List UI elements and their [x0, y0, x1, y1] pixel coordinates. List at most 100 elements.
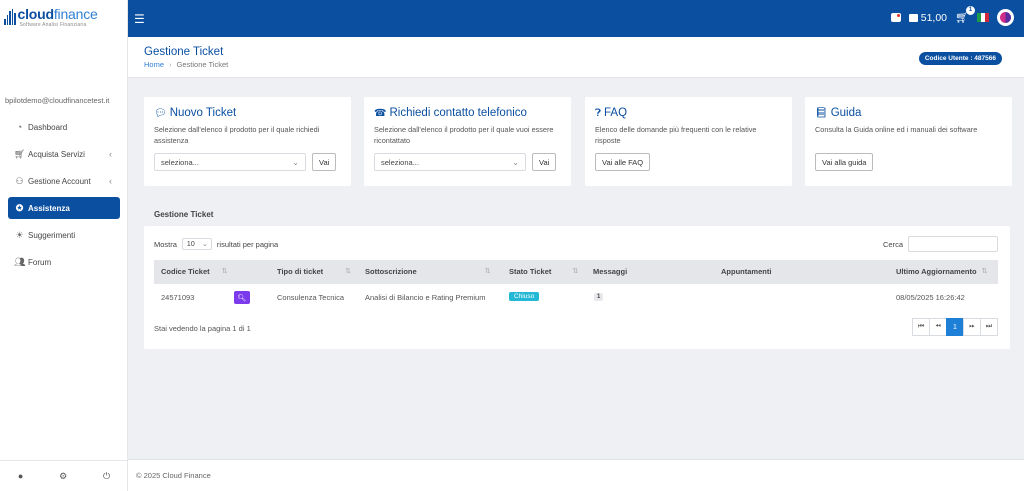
last-page-icon[interactable]: ⏭︎ — [980, 318, 998, 336]
page-length-control: Mostra 10 ⌄ risultati per pagina — [154, 238, 278, 250]
credit-balance[interactable]: 51,00 — [908, 12, 947, 24]
first-page-icon[interactable]: ⏮︎ — [912, 318, 930, 336]
guide-button[interactable]: Vai alla guida — [815, 153, 874, 171]
sort-icon: ⇅ — [981, 268, 988, 275]
sidebar-item-label: Acquista Servizi — [28, 149, 85, 159]
ticket-code: 24571093 — [161, 293, 195, 302]
footer: © 2025 Cloud Finance — [128, 459, 1024, 491]
sidebar-item-label: Gestione Account — [28, 176, 91, 186]
search-label: Cerca — [882, 239, 903, 249]
phone-contact-go-button[interactable]: Vai — [532, 153, 557, 171]
sidebar-item-label: Forum — [28, 257, 52, 267]
card-description: Elenco delle domande più frequenti con l… — [595, 125, 757, 145]
column-header[interactable]: Stato Ticket ⇅ — [509, 267, 578, 276]
column-label: Ultimo Aggiornamento — [896, 267, 977, 276]
sidebar-item-suggerimenti[interactable]: ☀︎ Suggerimenti — [8, 224, 120, 246]
sidebar: cloudfinance Software Analisi Finanziari… — [0, 0, 128, 491]
power-icon[interactable]: ⏻ — [103, 471, 110, 482]
select-value: seleziona... — [161, 157, 199, 167]
section-title: Gestione Ticket — [154, 210, 214, 219]
sort-icon: ⇅ — [345, 268, 351, 275]
column-header[interactable]: Codice Ticket ⇅ — [161, 267, 228, 276]
settings-icon[interactable]: ⚙︎ — [59, 471, 67, 482]
chat-icon: 💬︎ — [154, 107, 167, 119]
chevron-down-icon: ⌄ — [512, 157, 519, 167]
column-header[interactable]: Ultimo Aggiornamento ⇅ — [896, 267, 987, 276]
column-label: Appuntamenti — [721, 267, 772, 276]
search-input[interactable] — [908, 236, 998, 252]
messages-icon[interactable] — [890, 13, 901, 22]
product-select[interactable]: seleziona... ⌄ — [374, 153, 526, 171]
card-description: Consulta la Guida online ed i manuali de… — [815, 125, 978, 134]
card-guide: 📘︎ Guida Consulta la Guida online ed i ma… — [805, 97, 1012, 186]
column-header: Appuntamenti — [721, 267, 771, 276]
cart-button[interactable]: 🛒︎ 1 — [955, 6, 975, 24]
dashboard-icon: ◔ — [16, 122, 23, 132]
faq-button[interactable]: Vai alle FAQ — [595, 153, 651, 171]
card-title: Richiedi contatto telefonico — [389, 107, 527, 119]
search-control: Cerca — [883, 236, 998, 252]
page-info: Stai vedendo la pagina 1 di 1 — [154, 324, 251, 333]
messages-count-badge: 1 — [594, 293, 604, 301]
sidebar-item-label: Suggerimenti — [28, 230, 76, 240]
wallet-icon — [908, 13, 918, 22]
chevron-left-icon: ‹ — [109, 149, 112, 159]
sidebar-item-assistenza[interactable]: ✪ Assistenza — [8, 197, 120, 219]
breadcrumb: Home › Gestione Ticket — [144, 60, 228, 69]
show-label: Mostra — [154, 239, 177, 249]
italian-flag-icon[interactable] — [977, 13, 989, 22]
profile-icon[interactable]: ● — [18, 471, 23, 481]
card-faq: ❓︎ FAQ Elenco delle domande più frequenti… — [585, 97, 792, 186]
menu-toggle-icon[interactable]: ☰ — [134, 12, 145, 26]
page-length-select[interactable]: 10 ⌄ — [181, 238, 212, 250]
logo[interactable]: cloudfinance Software Analisi Finanziari… — [0, 0, 127, 37]
card-phone-contact: ☎︎ Richiedi contatto telefonico Selezione… — [364, 97, 571, 186]
sidebar-item-dashboard[interactable]: ◔ Dashboard — [8, 116, 120, 138]
ticket-updated: 08/05/2025 16:26:42 — [896, 293, 965, 302]
page-button[interactable]: 1 — [946, 318, 964, 336]
sort-icon: ⇅ — [221, 268, 228, 275]
cart-icon: 🛒︎ — [14, 148, 26, 159]
previous-page-icon[interactable]: ⏪︎ — [929, 318, 947, 336]
column-label: Tipo di ticket — [277, 267, 324, 276]
card-title: Guida — [830, 107, 862, 119]
sort-icon: ⇅ — [572, 268, 579, 275]
sidebar-footer: ● ⚙︎ ⏻ — [0, 460, 128, 491]
table-row[interactable]: 24571093 🔍︎ Consulenza Tecnica Analisi d… — [154, 285, 998, 309]
user-icon: ⚇ — [15, 175, 24, 186]
page-header: Gestione Ticket Home › Gestione Ticket Cod… — [128, 37, 1024, 78]
card-description: Selezione dall'elenco il prodotto per il… — [374, 125, 554, 145]
column-header[interactable]: Sottoscrizione ⇅ — [365, 267, 491, 276]
sidebar-item-label: Dashboard — [28, 122, 68, 132]
per-page-label: risultati per pagina — [216, 239, 279, 249]
breadcrumb-current: Gestione Ticket — [176, 60, 229, 69]
search-icon: 🔍︎ — [237, 294, 247, 302]
card-new-ticket: 💬︎ Nuovo Ticket Selezione dall'elenco il … — [144, 97, 351, 186]
sidebar-item-gestione-account[interactable]: ⚇ Gestione Account ‹ — [8, 170, 120, 192]
avatar[interactable] — [997, 9, 1014, 26]
product-select[interactable]: seleziona... ⌄ — [154, 153, 306, 171]
page-title: Gestione Ticket — [144, 46, 224, 58]
breadcrumb-home-link[interactable]: Home — [144, 60, 164, 69]
card-description: Selezione dall'elenco il prodotto per il… — [154, 125, 320, 145]
sidebar-item-acquista-servizi[interactable]: 🛒︎ Acquista Servizi ‹ — [8, 143, 120, 165]
sidebar-item-forum[interactable]: 👥︎ Forum — [8, 251, 120, 273]
logo-subtitle: Software Analisi Finanziaria — [19, 22, 87, 28]
next-page-icon[interactable]: ⏩︎ — [963, 318, 981, 336]
card-title: FAQ — [604, 107, 628, 119]
pagination: ⏮︎ ⏪︎ 1 ⏩︎ ⏭︎ — [912, 318, 998, 336]
sidebar-item-label: Assistenza — [28, 203, 70, 213]
chevron-down-icon: ⌄ — [202, 241, 208, 248]
question-icon: ❓︎ — [595, 107, 602, 119]
view-ticket-button[interactable]: 🔍︎ — [234, 291, 250, 304]
column-label: Messaggi — [593, 267, 628, 276]
tickets-panel: Mostra 10 ⌄ risultati per pagina Cerca Co… — [144, 226, 1010, 349]
column-label: Stato Ticket — [509, 267, 552, 276]
column-label: Sottoscrizione — [365, 267, 417, 276]
column-label: Codice Ticket — [161, 267, 210, 276]
column-header: Messaggi — [593, 267, 627, 276]
column-header[interactable]: Tipo di ticket ⇅ — [277, 267, 351, 276]
new-ticket-go-button[interactable]: Vai — [312, 153, 337, 171]
logo-mark-icon — [4, 9, 16, 25]
bulb-icon: ☀︎ — [15, 229, 24, 240]
